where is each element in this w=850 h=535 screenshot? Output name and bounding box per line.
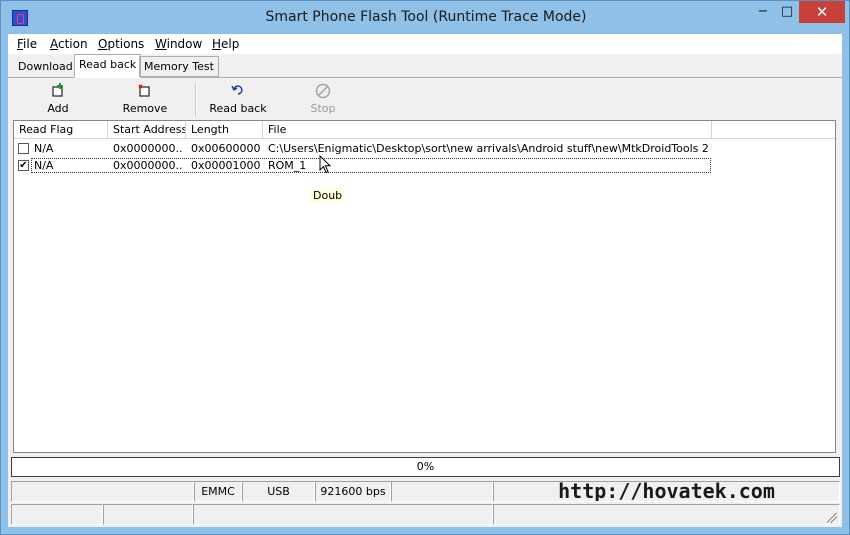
menu-help-label: elp (221, 37, 240, 51)
row-file: ROM_1 (268, 159, 307, 172)
title-bar[interactable]: Smart Phone Flash Tool (Runtime Trace Mo… (1, 1, 849, 34)
column-start-address[interactable]: Start Address (108, 121, 186, 138)
status-cell-empty (11, 481, 194, 502)
undo-arrow-icon (230, 83, 246, 97)
row-checkbox[interactable] (18, 143, 29, 154)
status-baud: 921600 bps (315, 481, 391, 502)
column-read-flag[interactable]: Read Flag (14, 121, 108, 138)
status-bar-top: EMMC USB 921600 bps http://hovatek.com (11, 481, 840, 503)
table-row[interactable]: N/A 0x0000000... 0x00600000 C:\Users\Eni… (14, 141, 835, 157)
menu-action-label: ction (58, 37, 88, 51)
tab-memory-test[interactable]: Memory Test (139, 56, 219, 77)
close-button[interactable]: ✕ (799, 1, 845, 23)
column-file[interactable]: File (263, 121, 712, 138)
add-label: Add (47, 102, 69, 115)
row-length: 0x00600000 (191, 142, 261, 155)
stop-icon (315, 83, 331, 99)
minimize-button[interactable]: − (749, 1, 777, 23)
app-window: Smart Phone Flash Tool (Runtime Trace Mo… (0, 0, 850, 535)
row-start-address: 0x0000000... (113, 142, 183, 155)
add-button[interactable]: Add (26, 80, 90, 118)
row-checkbox-checked[interactable]: ✔ (18, 160, 29, 171)
menu-options[interactable]: Options (98, 37, 144, 51)
status-cell-empty (391, 481, 493, 502)
window-title: Smart Phone Flash Tool (Runtime Trace Mo… (265, 9, 587, 25)
resize-grip-icon[interactable] (827, 513, 837, 523)
tab-download[interactable]: Download (13, 56, 78, 77)
stop-label: Stop (310, 102, 336, 115)
maximize-button[interactable]: □ (777, 1, 797, 23)
status-storage: EMMC (194, 481, 242, 502)
menu-file[interactable]: File (17, 37, 37, 51)
toolbar-separator (195, 82, 197, 116)
menu-window-label: indow (166, 37, 203, 51)
stop-button[interactable]: Stop (298, 80, 348, 118)
toolbar: Add Remove Read back Stop (13, 80, 836, 118)
menu-file-label: ile (23, 37, 38, 51)
menu-bar: File Action Options Window Help (8, 34, 842, 54)
tab-read-back[interactable]: Read back (74, 54, 142, 78)
watermark-url: http://hovatek.com (493, 481, 840, 502)
read-back-button[interactable]: Read back (203, 80, 273, 118)
list-header: Read Flag Start Address Length File (14, 121, 835, 139)
remove-icon (137, 83, 153, 97)
status-cell-empty (193, 504, 493, 525)
remove-button[interactable]: Remove (113, 80, 177, 118)
menu-help[interactable]: Help (212, 37, 239, 51)
status-cell-empty (103, 504, 193, 525)
menu-window-accel: W (155, 37, 167, 51)
client-area: File Action Options Window Help Download… (8, 34, 842, 527)
menu-action[interactable]: Action (50, 37, 88, 51)
status-cell-empty (11, 504, 103, 525)
remove-label: Remove (122, 102, 168, 115)
tooltip: Doub (310, 189, 346, 203)
tab-strip: Download Read back Memory Test (8, 54, 842, 78)
menu-options-label: ptions (107, 37, 145, 51)
menu-help-accel: H (212, 37, 222, 51)
row-length: 0x00001000 (191, 159, 261, 172)
add-icon (50, 83, 66, 97)
row-read-flag: N/A (34, 159, 54, 172)
read-back-label: Read back (209, 102, 267, 115)
row-file: C:\Users\Enigmatic\Desktop\sort\new arri… (268, 142, 708, 155)
row-read-flag: N/A (34, 142, 54, 155)
mouse-pointer-icon (319, 154, 333, 175)
progress-bar: 0% (11, 457, 840, 477)
column-length[interactable]: Length (186, 121, 263, 138)
status-cell-empty (493, 504, 840, 525)
menu-window[interactable]: Window (155, 37, 202, 51)
status-connection: USB (242, 481, 315, 502)
table-row[interactable]: ✔ N/A 0x0000000... 0x00001000 ROM_1 (14, 158, 835, 174)
progress-text: 0% (416, 460, 435, 473)
readback-list[interactable]: Read Flag Start Address Length File N/A … (13, 120, 836, 453)
row-start-address: 0x0000000... (113, 159, 183, 172)
menu-action-accel: A (50, 37, 58, 51)
status-bar-bottom (11, 504, 840, 526)
